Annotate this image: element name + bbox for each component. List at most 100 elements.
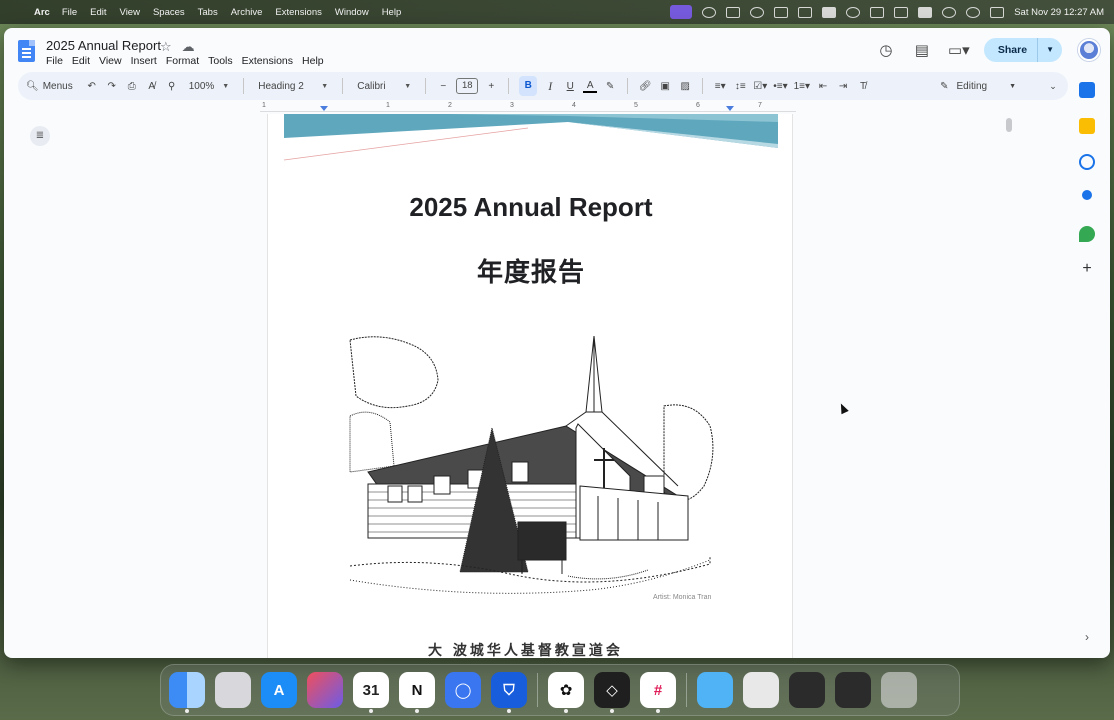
increase-indent-icon[interactable]: ⇥ bbox=[836, 81, 850, 92]
menu-view[interactable]: View bbox=[120, 7, 140, 18]
increase-font-icon[interactable]: + bbox=[484, 81, 498, 92]
notion-icon[interactable]: N bbox=[399, 672, 435, 713]
clock[interactable]: Sat Nov 29 12:27 AM bbox=[1014, 7, 1104, 18]
line-spacing-icon[interactable]: ↕≡ bbox=[733, 81, 747, 92]
document-heading-cn[interactable]: 年度报告 bbox=[268, 252, 794, 289]
clear-formatting-icon[interactable]: T̸ bbox=[856, 81, 870, 92]
docs-menu-help[interactable]: Help bbox=[302, 55, 324, 67]
document-heading[interactable]: 2025 Annual Report bbox=[268, 192, 794, 223]
signal-icon[interactable]: ◯ bbox=[445, 672, 481, 708]
bitwarden-icon[interactable]: ⛉ bbox=[491, 672, 527, 713]
style-select[interactable]: Heading 2 ▼ bbox=[254, 81, 332, 92]
bold-button[interactable]: B bbox=[519, 76, 538, 96]
collapse-toolbar-icon[interactable]: ⌄ bbox=[1046, 81, 1060, 92]
bulleted-list-icon[interactable]: •≡▾ bbox=[773, 81, 787, 92]
ruler[interactable]: 1 1 2 3 4 5 6 7 bbox=[260, 102, 796, 112]
docs-menu-format[interactable]: Format bbox=[166, 55, 199, 67]
underline-button[interactable]: U bbox=[563, 81, 577, 92]
window-preview-icon[interactable] bbox=[835, 672, 871, 708]
menu-archive[interactable]: Archive bbox=[231, 7, 263, 18]
docs-menu-file[interactable]: File bbox=[46, 55, 63, 67]
highlight-icon[interactable]: ✎ bbox=[603, 81, 617, 92]
desktop-preview-icon[interactable] bbox=[743, 672, 779, 708]
calendar-icon[interactable]: 31 bbox=[353, 672, 389, 713]
italic-button[interactable]: I bbox=[543, 79, 557, 94]
text-color-icon[interactable]: A bbox=[583, 80, 598, 93]
wifi-icon[interactable] bbox=[942, 6, 957, 18]
decrease-font-icon[interactable]: − bbox=[436, 81, 450, 92]
redo-icon[interactable]: ↷ bbox=[105, 81, 119, 92]
docs-menu-insert[interactable]: Insert bbox=[131, 55, 157, 67]
numbered-list-icon[interactable]: 1≡▾ bbox=[794, 81, 810, 92]
indent-marker-icon[interactable] bbox=[320, 106, 328, 111]
document-title[interactable]: 2025 Annual Report bbox=[46, 38, 161, 53]
align-icon[interactable]: ≡▾ bbox=[713, 81, 727, 92]
search-icon[interactable] bbox=[966, 6, 981, 18]
docs-menu-extensions[interactable]: Extensions bbox=[242, 55, 293, 67]
files-folder-icon[interactable] bbox=[697, 672, 733, 708]
send-icon[interactable] bbox=[774, 6, 789, 18]
input-source-icon[interactable] bbox=[894, 6, 909, 18]
link-icon[interactable]: 🔗︎ bbox=[638, 81, 652, 92]
checklist-icon[interactable]: ☑▾ bbox=[753, 81, 767, 92]
app-menu[interactable]: Arc bbox=[34, 7, 50, 18]
timer-icon[interactable] bbox=[846, 6, 861, 18]
docs-menu-view[interactable]: View bbox=[99, 55, 122, 67]
menu-edit[interactable]: Edit bbox=[90, 7, 106, 18]
keep-icon[interactable] bbox=[1079, 118, 1095, 134]
scrollbar[interactable] bbox=[1006, 118, 1012, 132]
control-center-icon[interactable] bbox=[990, 6, 1005, 18]
mode-select[interactable]: ✎ Editing ▼ bbox=[930, 81, 1026, 92]
notion-tray-icon[interactable] bbox=[870, 6, 885, 18]
menu-file[interactable]: File bbox=[62, 7, 77, 18]
finder-icon[interactable] bbox=[169, 672, 205, 713]
font-select[interactable]: Calibri ▼ bbox=[353, 81, 415, 92]
maps-icon[interactable] bbox=[1079, 226, 1095, 242]
spellcheck-icon[interactable]: A̸ bbox=[145, 81, 159, 92]
menu-help[interactable]: Help bbox=[382, 7, 402, 18]
dropbox-icon[interactable] bbox=[798, 6, 813, 18]
slack-icon[interactable]: # bbox=[640, 672, 676, 713]
record-icon[interactable] bbox=[750, 6, 765, 18]
church-illustration[interactable] bbox=[348, 336, 716, 606]
paint-format-icon[interactable]: ⚲ bbox=[165, 81, 179, 92]
menu-extensions[interactable]: Extensions bbox=[275, 7, 321, 18]
comments-icon[interactable]: ▤ bbox=[912, 41, 932, 59]
add-comment-icon[interactable]: ▣ bbox=[658, 81, 672, 92]
app-store-icon[interactable]: A bbox=[261, 672, 297, 708]
meet-icon[interactable]: ▭▾ bbox=[948, 41, 970, 59]
tasks-icon[interactable] bbox=[1079, 154, 1095, 170]
docs-logo-icon[interactable] bbox=[18, 40, 35, 62]
print-icon[interactable]: ⎙ bbox=[125, 81, 139, 92]
docs-menu-tools[interactable]: Tools bbox=[208, 55, 233, 67]
history-icon[interactable]: ◷ bbox=[876, 41, 896, 59]
undo-icon[interactable]: ↶ bbox=[85, 81, 99, 92]
docs-menu-edit[interactable]: Edit bbox=[72, 55, 90, 67]
calendar-icon[interactable] bbox=[1079, 82, 1095, 98]
battery-icon[interactable] bbox=[918, 6, 933, 18]
screen-share-icon[interactable] bbox=[670, 5, 693, 19]
menu-tabs[interactable]: Tabs bbox=[198, 7, 218, 18]
document-page[interactable]: 2025 Annual Report 年度报告 Artist: Monica T… bbox=[267, 114, 793, 658]
avatar[interactable] bbox=[1078, 39, 1100, 61]
grid-icon[interactable] bbox=[822, 6, 837, 18]
right-indent-marker-icon[interactable] bbox=[726, 106, 734, 111]
share-caret-icon[interactable]: ▼ bbox=[1037, 38, 1062, 62]
chatgpt-icon[interactable]: ✿ bbox=[548, 672, 584, 713]
star-icon[interactable]: ☆ bbox=[160, 39, 172, 55]
document-canvas[interactable]: ≣ 2025 Annual Report 年度报告 Artist: Monica… bbox=[16, 114, 1064, 658]
outline-icon[interactable]: ≣ bbox=[30, 126, 50, 146]
contacts-icon[interactable] bbox=[1082, 190, 1092, 200]
zoom-select[interactable]: 100% ▼ bbox=[185, 81, 234, 92]
decrease-indent-icon[interactable]: ⇤ bbox=[816, 81, 830, 92]
font-size-input[interactable]: 18 bbox=[456, 78, 479, 94]
launchpad-icon[interactable] bbox=[215, 672, 251, 708]
layers-icon[interactable]: ◇ bbox=[594, 672, 630, 713]
cloud-status-icon[interactable]: ☁ bbox=[182, 39, 195, 55]
cloud-icon[interactable] bbox=[702, 6, 717, 18]
menus-search[interactable]: 🔍︎ Menus bbox=[26, 81, 79, 92]
chevron-right-icon[interactable]: › bbox=[1079, 630, 1095, 646]
insert-image-icon[interactable]: ▨ bbox=[678, 81, 692, 92]
affinity-icon[interactable] bbox=[307, 672, 343, 708]
menu-spaces[interactable]: Spaces bbox=[153, 7, 185, 18]
